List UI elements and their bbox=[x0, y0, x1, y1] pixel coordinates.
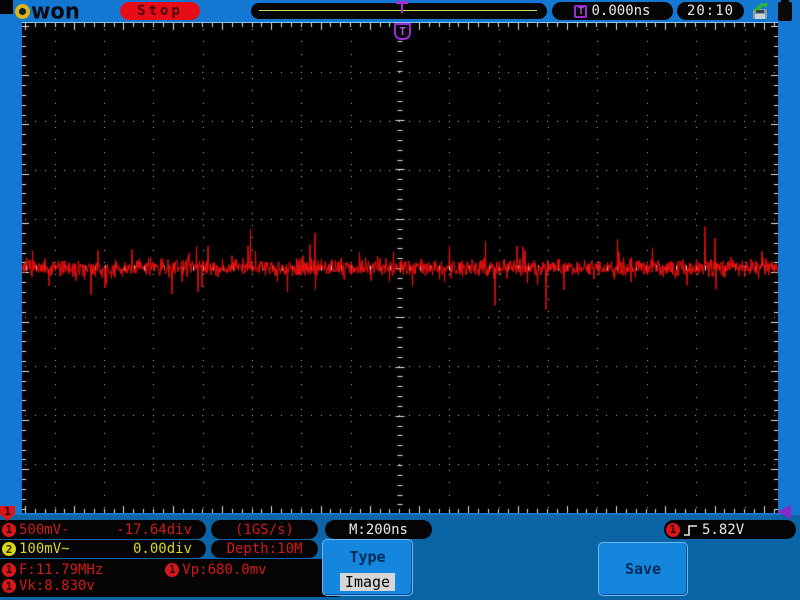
trigger-level-arrow-icon[interactable] bbox=[777, 505, 791, 519]
usb-disk-icon bbox=[753, 3, 768, 19]
measurement-frequency: 1 F:11.79MHz bbox=[2, 562, 103, 578]
memory-trace-line bbox=[259, 10, 537, 11]
ch2-badge: 2 bbox=[2, 542, 16, 556]
ch2-readout[interactable]: 2 100mV~ 0.00div bbox=[0, 540, 206, 558]
status-bar: 1 500mV- -17.64div 2 100mV~ 0.00div (1GS… bbox=[0, 515, 800, 600]
waveform-canvas bbox=[22, 23, 778, 513]
measurement-vpp: 1 Vp:680.0mv bbox=[165, 562, 267, 578]
ch1-position: -17.64div bbox=[116, 521, 192, 538]
corner-square bbox=[0, 0, 13, 14]
memory-trigger-marker-icon[interactable] bbox=[396, 1, 408, 13]
ch1-badge: 1 bbox=[2, 522, 16, 537]
owon-logo-text: won bbox=[31, 0, 80, 24]
trigger-level-readout[interactable]: 1 5.82V bbox=[664, 520, 796, 539]
oscilloscope-screen: won Stop T 0.000ns 20:10 T 1 1 500mV- -1… bbox=[0, 0, 800, 600]
trigger-level-value: 5.82V bbox=[702, 521, 745, 538]
ch2-volts-div: 100mV~ bbox=[19, 541, 70, 557]
trigger-time-value: 0.000ns bbox=[591, 3, 651, 19]
memory-depth-readout: Depth:10M bbox=[211, 540, 318, 558]
run-state-label: Stop bbox=[137, 3, 183, 19]
measurement-ch-badge: 1 bbox=[2, 579, 16, 594]
battery-icon bbox=[778, 0, 792, 21]
measurements-panel: 1 F:11.79MHz 1 Vp:680.0mv 1 Vk:8.830v bbox=[0, 559, 348, 597]
memory-position-bar[interactable] bbox=[251, 1, 547, 19]
measurement-vk: 1 Vk:8.830v bbox=[2, 578, 95, 594]
type-button-value: Image bbox=[339, 573, 396, 591]
measurement-ch-badge: 1 bbox=[2, 562, 16, 577]
rising-edge-icon bbox=[684, 524, 697, 536]
trigger-t-icon: T bbox=[574, 4, 588, 18]
type-button[interactable]: Type Image bbox=[322, 539, 413, 596]
type-button-label: Type bbox=[349, 548, 386, 566]
trigger-position-badge[interactable]: T bbox=[394, 23, 411, 40]
waveform-display[interactable]: T bbox=[22, 22, 778, 513]
save-button[interactable]: Save bbox=[598, 542, 688, 596]
timebase-readout[interactable]: M:200ns bbox=[325, 520, 432, 539]
run-state-badge[interactable]: Stop bbox=[120, 2, 200, 20]
trigger-time-readout: T 0.000ns bbox=[552, 2, 673, 20]
trigger-ch-badge: 1 bbox=[666, 522, 680, 537]
ch2-position: 0.00div bbox=[132, 541, 192, 557]
owon-logo-ring-icon bbox=[15, 3, 30, 19]
ch1-volts-div: 500mV- bbox=[19, 521, 70, 538]
sample-rate-readout: (1GS/s) bbox=[211, 520, 318, 539]
ch1-readout[interactable]: 1 500mV- -17.64div bbox=[0, 520, 206, 539]
clock-readout: 20:10 bbox=[677, 2, 744, 20]
owon-logo: won bbox=[15, 0, 80, 22]
save-button-label: Save bbox=[624, 560, 662, 578]
measurement-ch-badge: 1 bbox=[165, 562, 180, 577]
